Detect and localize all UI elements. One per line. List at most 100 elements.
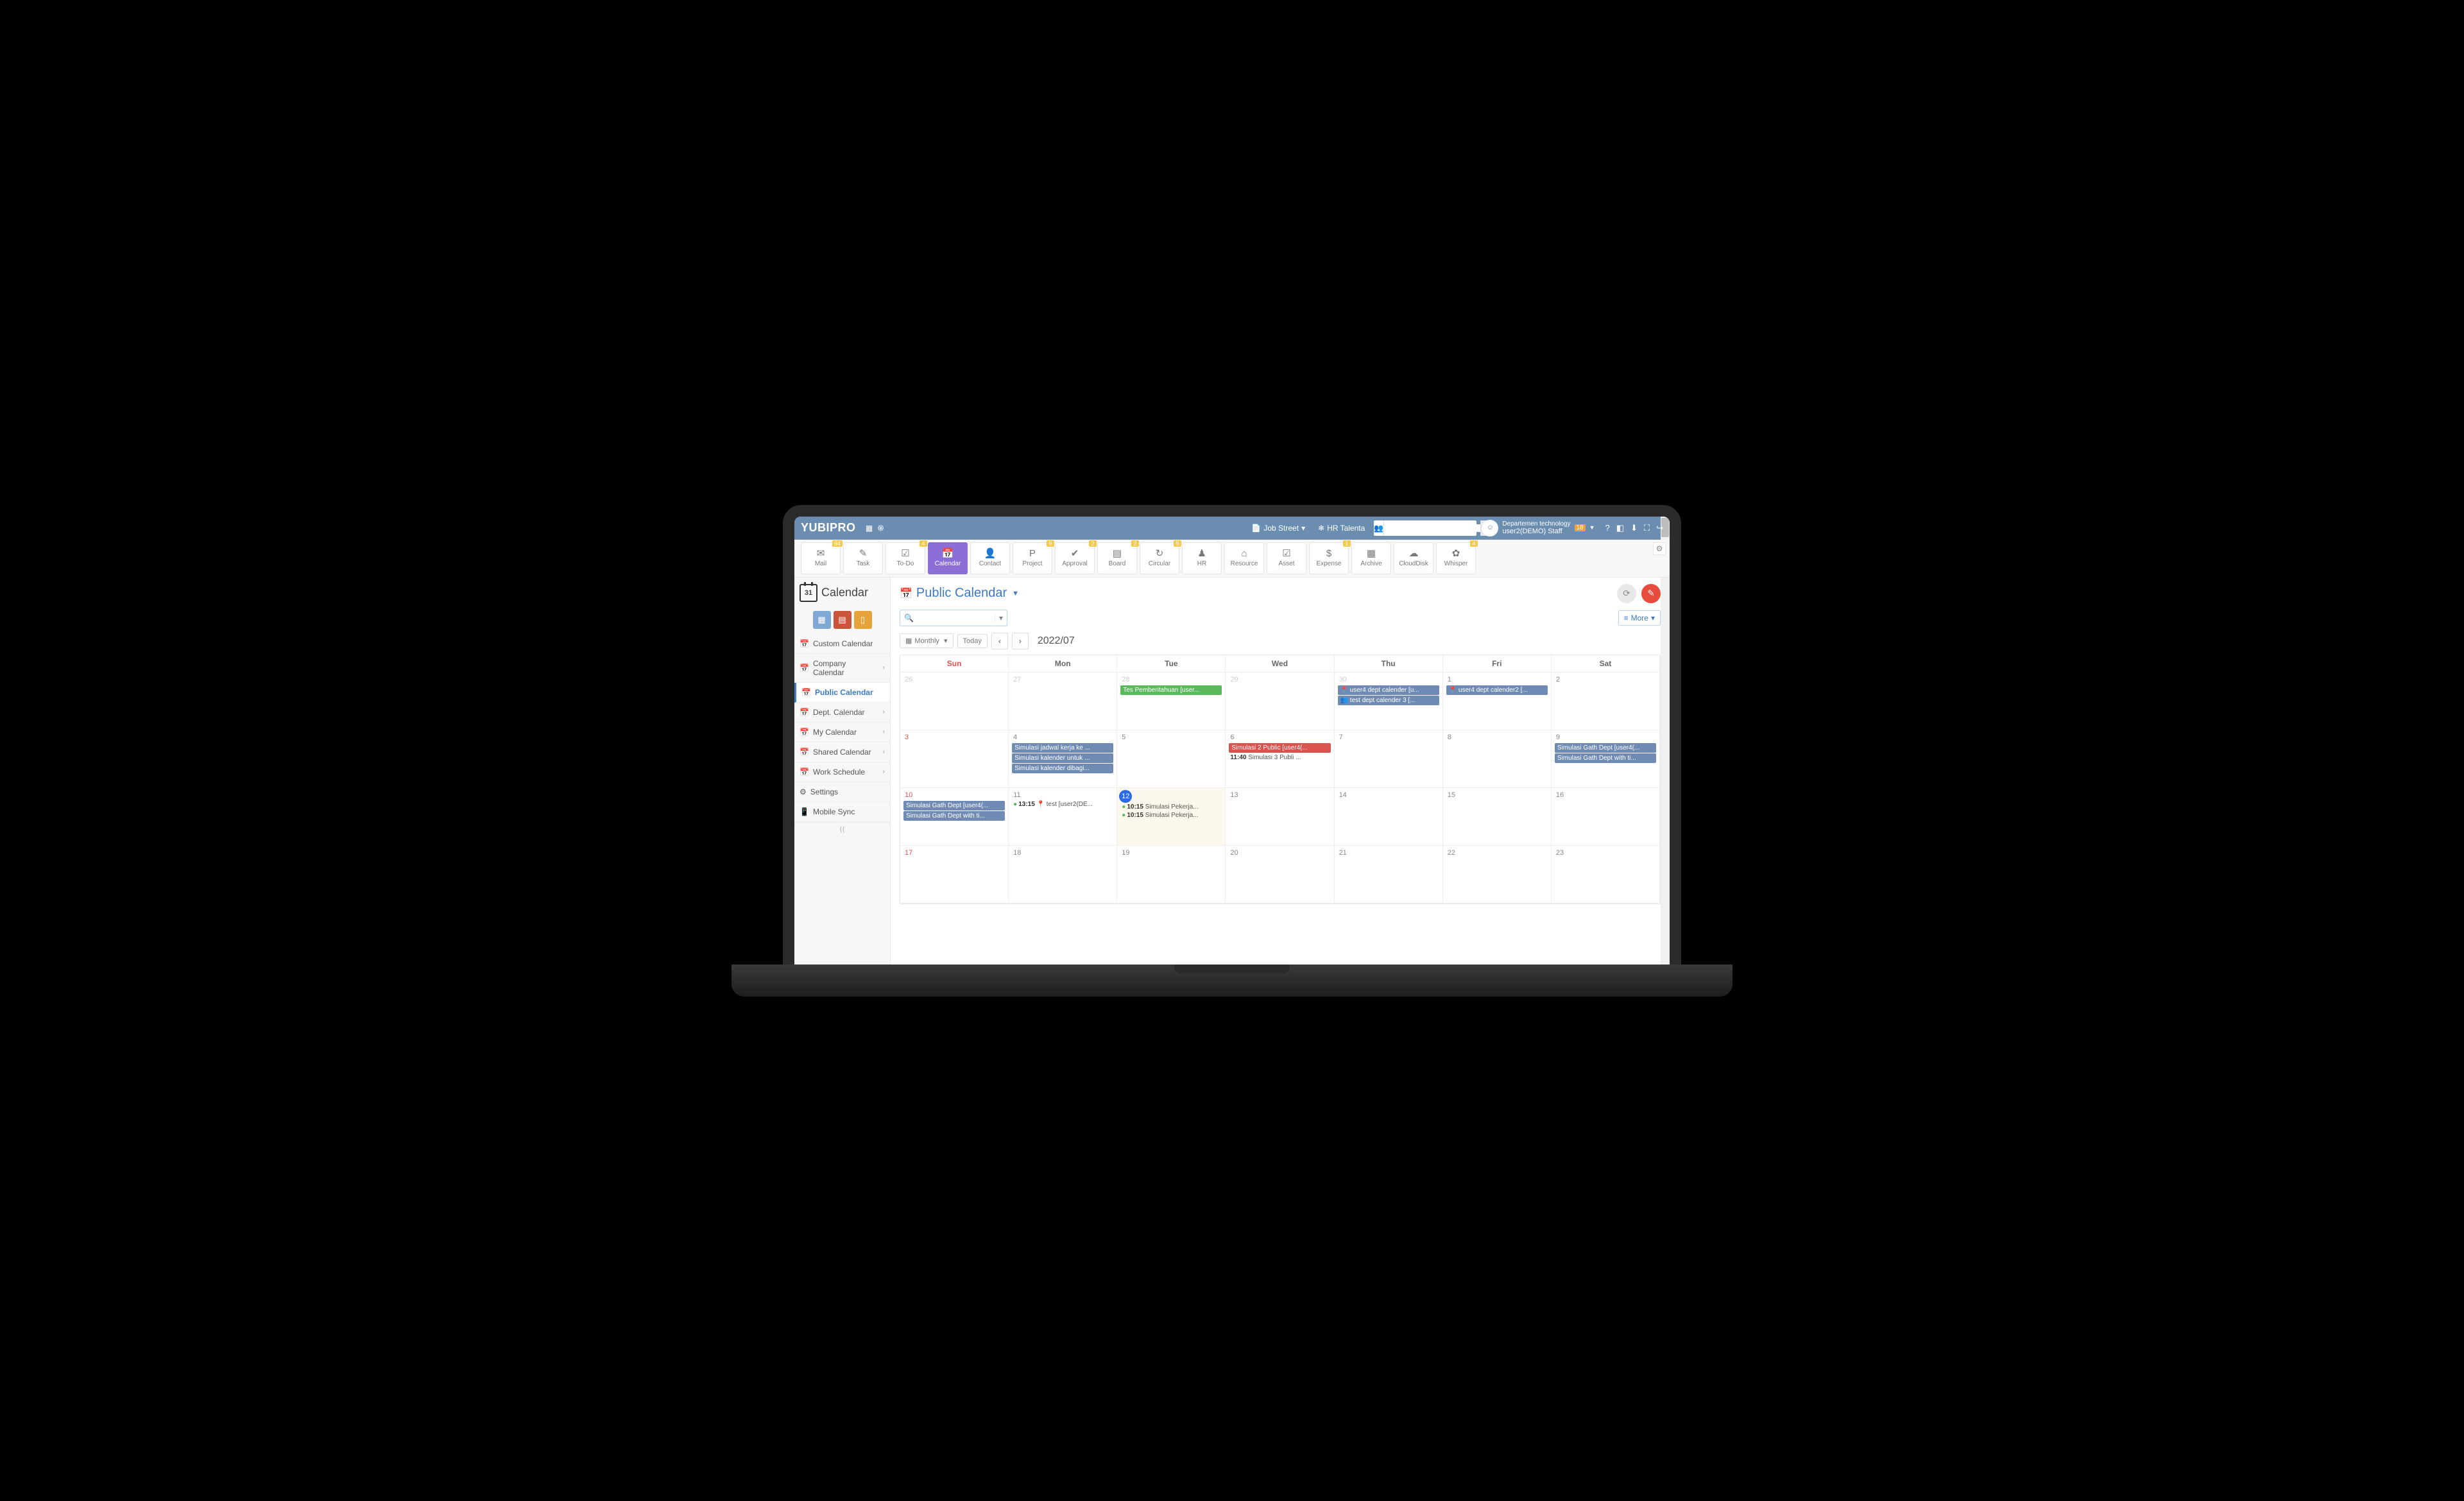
calendar-event[interactable]: Simulasi jadwal kerja ke ...	[1012, 743, 1113, 753]
calendar-event[interactable]: Tes Pemberitahuan [user...	[1120, 685, 1222, 695]
calendar-event[interactable]: Simulasi 2 Public [user4(...	[1229, 743, 1330, 753]
hr-icon: ♟	[1197, 549, 1206, 558]
refresh-button[interactable]: ⟳	[1617, 584, 1636, 603]
calendar-cell[interactable]: 11●13:15 📍 test [user2(DE...	[1009, 788, 1117, 846]
calendar-cell[interactable]: 16	[1552, 788, 1660, 846]
calendar-cell[interactable]: 12●10:15 Simulasi Pekerja...●10:15 Simul…	[1117, 788, 1226, 846]
calendar-cell[interactable]: 22	[1443, 846, 1552, 904]
calendar-cell[interactable]: 4Simulasi jadwal kerja ke ...Simulasi ka…	[1009, 730, 1117, 788]
refresh-icon[interactable]: ֍	[877, 524, 886, 533]
nav-project[interactable]: 9PProject	[1013, 542, 1052, 574]
sidebar-item-shared-calendar[interactable]: 📅Shared Calendar›	[794, 742, 890, 762]
expand-icon[interactable]: ⛶	[1644, 523, 1650, 533]
sidebar-item-mobile-sync[interactable]: 📱Mobile Sync	[794, 802, 890, 822]
sidebar-item-dept-calendar[interactable]: 📅Dept. Calendar›	[794, 703, 890, 723]
nav-expense[interactable]: 1$Expense	[1309, 542, 1349, 574]
filter-combo[interactable]: 🔍 ▾	[900, 610, 1007, 626]
calendar-event-line[interactable]: ●10:15 Simulasi Pekerja...	[1119, 803, 1223, 811]
calendar-cell[interactable]: 26	[900, 673, 1009, 730]
more-button[interactable]: ≡ More ▾	[1618, 610, 1661, 626]
view-day-button[interactable]: ▯	[854, 611, 872, 629]
help-icon[interactable]: ?	[1605, 523, 1610, 533]
calendar-cell[interactable]: 8	[1443, 730, 1552, 788]
nav-contact[interactable]: 👤Contact	[970, 542, 1010, 574]
calendar-event[interactable]: Simulasi kalender dibagi...	[1012, 764, 1113, 773]
collapse-sidebar[interactable]: ⟨⟨	[794, 822, 890, 836]
calendar-event[interactable]: 📍 user4 dept calender [u...	[1338, 685, 1439, 695]
nav-clouddisk[interactable]: ☁CloudDisk	[1394, 542, 1433, 574]
user-chip[interactable]: ☺ Departemen technology user2(DEMO) Staf…	[1482, 520, 1595, 536]
view-select[interactable]: ▦ Monthly ▾	[900, 633, 954, 648]
nav-task[interactable]: ✎Task	[843, 542, 883, 574]
hrtalenta-link[interactable]: ❄ HR Talenta	[1314, 521, 1369, 535]
nav-resource[interactable]: ⌂Resource	[1224, 542, 1264, 574]
calendar-cell[interactable]: 29	[1226, 673, 1334, 730]
calendar-cell[interactable]: 17	[900, 846, 1009, 904]
apps-icon[interactable]: ▦	[865, 524, 874, 533]
sidebar-item-work-schedule[interactable]: 📅Work Schedule›	[794, 762, 890, 782]
dashboard-icon[interactable]: ◧	[1616, 523, 1624, 533]
prev-month-button[interactable]: ‹	[991, 633, 1008, 649]
calendar-event[interactable]: Simulasi Gath Dept with ti...	[903, 811, 1005, 821]
nav-archive[interactable]: ▦Archive	[1351, 542, 1391, 574]
nav-to-do[interactable]: 4☑To-Do	[886, 542, 925, 574]
calendar-cell[interactable]: 9Simulasi Gath Dept [user4(...Simulasi G…	[1552, 730, 1660, 788]
search-box[interactable]: 👥 🔍	[1374, 520, 1476, 536]
calendar-cell[interactable]: 27	[1009, 673, 1117, 730]
calendar-cell[interactable]: 2	[1552, 673, 1660, 730]
calendar-event[interactable]: 📍 user4 dept calender2 [...	[1446, 685, 1548, 695]
sidebar-item-custom-calendar[interactable]: 📅Custom Calendar	[794, 634, 890, 654]
sidebar-item-label: Custom Calendar	[813, 639, 873, 648]
calendar-cell[interactable]: 19	[1117, 846, 1226, 904]
sidebar-item-my-calendar[interactable]: 📅My Calendar›	[794, 723, 890, 742]
today-button[interactable]: Today	[957, 634, 988, 648]
chevron-down-icon[interactable]: ▾	[995, 613, 1007, 622]
calendar-cell[interactable]: 28Tes Pemberitahuan [user...	[1117, 673, 1226, 730]
calendar-event-line[interactable]: ●10:15 Simulasi Pekerja...	[1119, 811, 1223, 819]
scrollbar[interactable]	[1661, 517, 1670, 966]
calendar-event[interactable]: Simulasi Gath Dept [user4(...	[1555, 743, 1656, 753]
filter-input[interactable]	[918, 614, 995, 622]
nav-board[interactable]: 2▤Board	[1097, 542, 1137, 574]
sidebar-item-company-calendar[interactable]: 📅Company Calendar›	[794, 654, 890, 683]
nav-mail[interactable]: 94✉Mail	[801, 542, 841, 574]
nav-hr[interactable]: ♟HR	[1182, 542, 1222, 574]
sidebar-item-public-calendar[interactable]: 📅Public Calendar	[794, 683, 890, 703]
calendar-cell[interactable]: 20	[1226, 846, 1334, 904]
calendar-cell[interactable]: 7	[1335, 730, 1443, 788]
calendar-cell[interactable]: 1📍 user4 dept calender2 [...	[1443, 673, 1552, 730]
calendar-event-line[interactable]: 11:40 Simulasi 3 Publi ...	[1228, 753, 1331, 762]
calendar-cell[interactable]: 14	[1335, 788, 1443, 846]
add-event-button[interactable]: ✎	[1641, 584, 1661, 603]
jobstreet-link[interactable]: 📄 Job Street ▾	[1247, 521, 1309, 535]
logout-icon[interactable]: ↪	[1656, 523, 1663, 533]
nav-approval[interactable]: 2✔Approval	[1055, 542, 1095, 574]
sidebar-item-settings[interactable]: ⚙Settings	[794, 782, 890, 802]
calendar-event[interactable]: Simulasi Gath Dept with ti...	[1555, 753, 1656, 763]
calendar-cell[interactable]: 15	[1443, 788, 1552, 846]
calendar-cell[interactable]: 5	[1117, 730, 1226, 788]
calendar-event[interactable]: Simulasi Gath Dept [user4(...	[903, 801, 1005, 811]
calendar-cell[interactable]: 23	[1552, 846, 1660, 904]
search-input[interactable]	[1384, 524, 1480, 532]
nav-whisper[interactable]: 4✿Whisper	[1436, 542, 1476, 574]
nav-calendar[interactable]: 📅Calendar	[928, 542, 968, 574]
nav-settings-icon[interactable]: ⚙	[1653, 542, 1666, 555]
calendar-cell[interactable]: 21	[1335, 846, 1443, 904]
calendar-cell[interactable]: 13	[1226, 788, 1334, 846]
calendar-cell[interactable]: 6Simulasi 2 Public [user4(...11:40 Simul…	[1226, 730, 1334, 788]
view-month-button[interactable]: ▦	[813, 611, 831, 629]
view-week-button[interactable]: ▤	[834, 611, 851, 629]
calendar-event[interactable]: Simulasi kalender untuk ...	[1012, 753, 1113, 763]
calendar-event[interactable]: 👥 test dept calender 3 [...	[1338, 696, 1439, 705]
next-month-button[interactable]: ›	[1012, 633, 1029, 649]
calendar-cell[interactable]: 30📍 user4 dept calender [u...👥 test dept…	[1335, 673, 1443, 730]
page-title-dropdown[interactable]: ▼	[1012, 590, 1019, 597]
calendar-cell[interactable]: 3	[900, 730, 1009, 788]
nav-circular[interactable]: 5↻Circular	[1140, 542, 1179, 574]
calendar-event-line[interactable]: ●13:15 📍 test [user2(DE...	[1011, 800, 1115, 809]
download-icon[interactable]: ⬇	[1630, 523, 1638, 533]
calendar-cell[interactable]: 18	[1009, 846, 1117, 904]
nav-asset[interactable]: ☑Asset	[1267, 542, 1306, 574]
calendar-cell[interactable]: 10Simulasi Gath Dept [user4(...Simulasi …	[900, 788, 1009, 846]
